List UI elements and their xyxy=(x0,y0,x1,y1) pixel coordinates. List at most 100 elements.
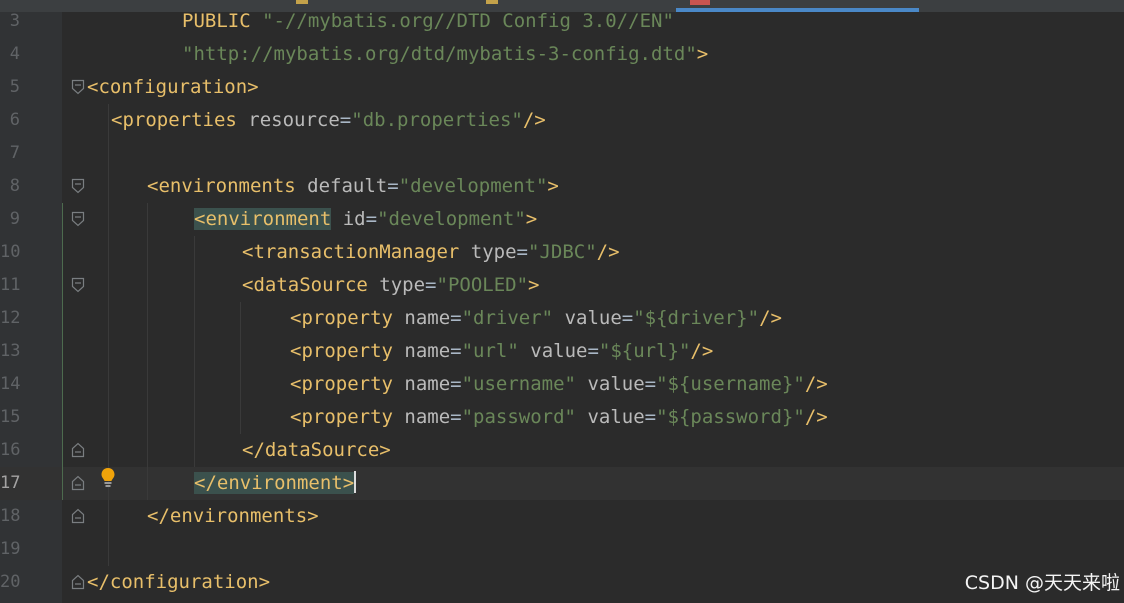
code-token: <property xyxy=(290,340,405,362)
code-line[interactable]: 13 <property name="url" value="${url}"/> xyxy=(0,335,1124,368)
line-number: 14 xyxy=(0,374,21,394)
code-text: "http://mybatis.org/dtd/mybatis-3-config… xyxy=(182,38,708,71)
fold-close-icon[interactable] xyxy=(71,574,85,590)
code-text: <configuration> xyxy=(87,71,259,104)
line-number: 9 xyxy=(9,209,20,229)
line-number: 19 xyxy=(0,539,21,559)
fold-open-icon[interactable] xyxy=(71,211,85,227)
lightbulb-icon[interactable] xyxy=(100,467,116,489)
line-number: 17 xyxy=(0,473,21,493)
code-token: "POOLED" xyxy=(436,274,529,296)
code-line[interactable]: 18 </environments> xyxy=(0,500,1124,533)
code-token: "JDBC" xyxy=(528,241,597,263)
code-token: <dataSource xyxy=(242,274,380,296)
code-token: = xyxy=(425,274,437,296)
code-text: <property name="driver" value="${driver}… xyxy=(290,302,782,335)
code-token: <transactionManager xyxy=(242,241,471,263)
code-token: name xyxy=(404,373,451,395)
code-token: "db.properties" xyxy=(351,109,523,131)
code-token: value xyxy=(553,307,622,329)
code-token: = xyxy=(365,208,378,230)
code-token: "driver" xyxy=(461,307,554,329)
code-line[interactable]: 17 </environment> xyxy=(0,467,1124,500)
indent-guide xyxy=(108,104,109,566)
line-number: 11 xyxy=(0,275,21,295)
code-line[interactable]: 5 <configuration> xyxy=(0,71,1124,104)
code-token: resource xyxy=(248,109,340,131)
code-token: </environment> xyxy=(194,472,355,494)
tab-icon xyxy=(296,0,308,4)
code-text: <property name="username" value="${usern… xyxy=(290,368,828,401)
indent-guide xyxy=(240,302,241,434)
code-line[interactable]: 7 xyxy=(0,137,1124,170)
code-text: </environment> xyxy=(194,467,357,500)
fold-close-icon[interactable] xyxy=(71,442,85,458)
code-token: = xyxy=(644,373,657,395)
code-token: = xyxy=(387,175,399,197)
code-text: </configuration> xyxy=(87,566,270,599)
code-token: id xyxy=(342,208,366,230)
code-token: = xyxy=(644,406,657,428)
code-token: = xyxy=(450,307,462,329)
tab-icon xyxy=(486,0,498,4)
code-token: </environments> xyxy=(147,505,319,527)
code-line[interactable]: 10 <transactionManager type="JDBC"/> xyxy=(0,236,1124,269)
line-number: 13 xyxy=(0,341,21,361)
code-line[interactable]: 16 </dataSource> xyxy=(0,434,1124,467)
code-text: <property name="url" value="${url}"/> xyxy=(290,335,713,368)
code-token: = xyxy=(450,406,462,428)
line-number: 5 xyxy=(9,77,20,97)
code-text: <property name="password" value="${passw… xyxy=(290,401,828,434)
code-token: "development" xyxy=(377,208,526,230)
code-token: <environment xyxy=(194,208,332,230)
line-number: 18 xyxy=(0,506,21,526)
code-token: value xyxy=(576,406,645,428)
fold-open-icon[interactable] xyxy=(71,79,85,95)
code-text: <environment id="development"> xyxy=(194,203,537,236)
code-line[interactable]: 4 "http://mybatis.org/dtd/mybatis-3-confi… xyxy=(0,38,1124,71)
code-token: > xyxy=(696,43,709,65)
code-line[interactable]: 8 <environments default="development"> xyxy=(0,170,1124,203)
line-number: 8 xyxy=(9,176,20,196)
code-line[interactable]: 11 <dataSource type="POOLED"> xyxy=(0,269,1124,302)
line-number: 15 xyxy=(0,407,21,427)
code-token: <property xyxy=(290,307,405,329)
code-token: /> xyxy=(804,406,828,428)
fold-close-icon[interactable] xyxy=(71,508,85,524)
line-number: 20 xyxy=(0,572,21,592)
code-token: "${driver}" xyxy=(633,307,760,329)
code-token: default xyxy=(307,175,388,197)
code-token: = xyxy=(621,307,634,329)
fold-close-icon[interactable] xyxy=(71,475,85,491)
code-token: "${password}" xyxy=(656,406,805,428)
code-line[interactable]: 19 xyxy=(0,533,1124,566)
line-number: 16 xyxy=(0,440,21,460)
code-token: </configuration> xyxy=(87,571,271,593)
code-text: PUBLIC "-//mybatis.org//DTD Config 3.0//… xyxy=(182,5,674,38)
code-token: "${url}" xyxy=(598,340,691,362)
code-text: <environments default="development"> xyxy=(147,170,559,203)
text-caret xyxy=(354,471,357,493)
code-line[interactable]: 9 <environment id="development"> xyxy=(0,203,1124,236)
code-token: value xyxy=(518,340,588,362)
vcs-change-marker xyxy=(62,203,63,500)
code-line[interactable]: 20 </configuration> xyxy=(0,566,1124,599)
indent-guide xyxy=(147,203,148,500)
fold-open-icon[interactable] xyxy=(71,277,85,293)
code-text: <properties resource="db.properties"/> xyxy=(111,104,546,137)
line-number: 6 xyxy=(9,110,20,130)
code-token: type xyxy=(379,274,426,296)
code-line[interactable]: 15 <property name="password" value="${pas… xyxy=(0,401,1124,434)
code-line[interactable]: 12 <property name="driver" value="${drive… xyxy=(0,302,1124,335)
line-number: 4 xyxy=(9,44,20,64)
code-line[interactable]: 6 <properties resource="db.properties"/> xyxy=(0,104,1124,137)
fold-open-icon[interactable] xyxy=(71,178,85,194)
code-line[interactable]: 3 PUBLIC "-//mybatis.org//DTD Config 3.0/… xyxy=(0,5,1124,38)
code-token: > xyxy=(547,175,559,197)
code-line[interactable]: 14 <property name="username" value="${use… xyxy=(0,368,1124,401)
code-token: name xyxy=(404,406,451,428)
code-token: "development" xyxy=(398,175,548,197)
code-token: <property xyxy=(290,373,405,395)
code-token: = xyxy=(516,241,528,263)
line-number: 10 xyxy=(0,242,21,262)
